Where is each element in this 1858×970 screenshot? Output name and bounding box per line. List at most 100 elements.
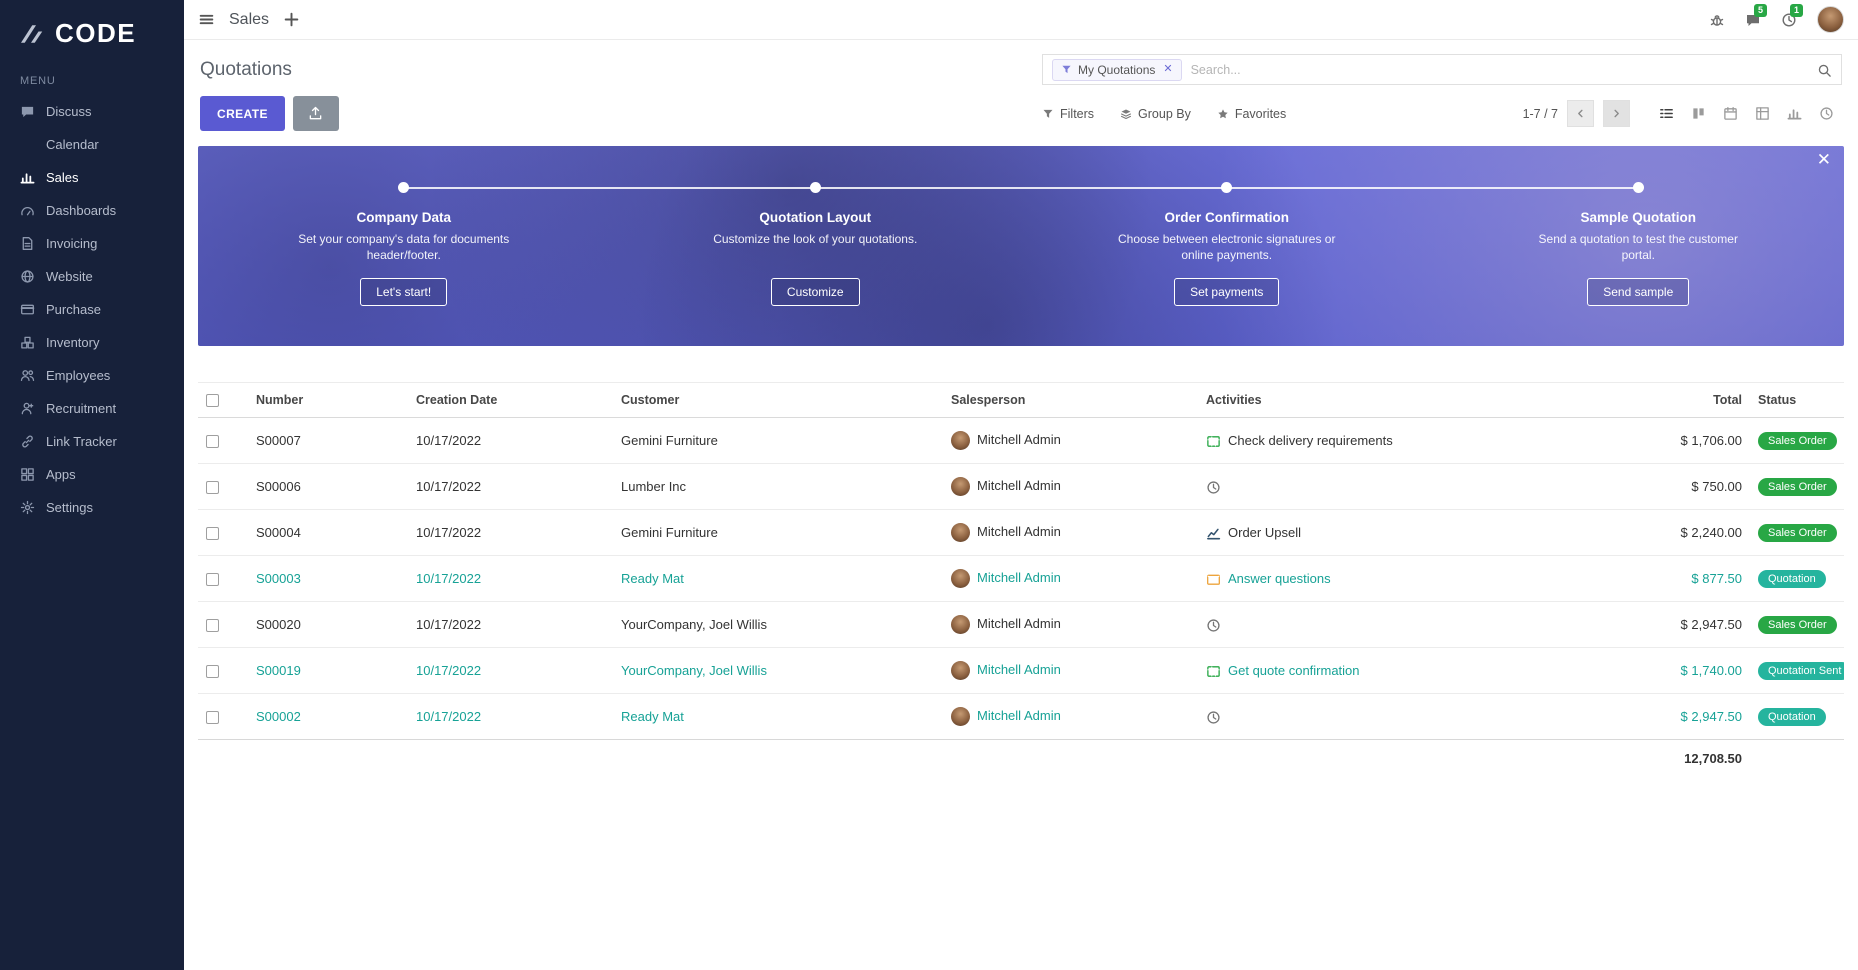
activity-label[interactable]: Order Upsell — [1228, 525, 1301, 540]
sidebar-item-label: Calendar — [46, 137, 99, 152]
row-checkbox[interactable] — [206, 665, 219, 678]
quotations-table: Number Creation Date Customer Salesperso… — [198, 382, 1844, 777]
chevron-right-icon — [1611, 108, 1622, 119]
sidebar-item-link-tracker[interactable]: Link Tracker — [0, 425, 184, 458]
row-checkbox[interactable] — [206, 527, 219, 540]
order-number: S00020 — [248, 602, 408, 648]
pager-next-button[interactable] — [1603, 100, 1630, 127]
user-avatar[interactable] — [1817, 6, 1844, 33]
activity-label[interactable]: Check delivery requirements — [1228, 433, 1393, 448]
pager-previous-button[interactable] — [1567, 100, 1594, 127]
add-tab-button[interactable] — [283, 11, 300, 28]
column-creation-date[interactable]: Creation Date — [408, 383, 613, 418]
clock-icon — [1206, 618, 1221, 633]
column-activities[interactable]: Activities — [1198, 383, 1615, 418]
view-activity-button[interactable] — [1810, 100, 1842, 128]
sidebar-item-calendar[interactable]: Calendar — [0, 128, 184, 161]
topbar: Sales 5 1 — [184, 0, 1858, 40]
table-row[interactable]: S0001910/17/2022YourCompany, Joel Willis… — [198, 648, 1844, 694]
column-customer[interactable]: Customer — [613, 383, 943, 418]
create-button[interactable]: CREATE — [200, 96, 285, 131]
step-action-button[interactable]: Send sample — [1587, 278, 1689, 306]
sidebar-item-settings[interactable]: Settings — [0, 491, 184, 524]
filters-button[interactable]: Filters — [1042, 107, 1094, 121]
search-bar[interactable]: My Quotations ✕ — [1042, 54, 1842, 85]
salesperson-name: Mitchell Admin — [977, 662, 1061, 677]
export-button[interactable] — [293, 96, 339, 131]
order-number: S00019 — [248, 648, 408, 694]
sidebar-item-apps[interactable]: Apps — [0, 458, 184, 491]
row-checkbox[interactable] — [206, 711, 219, 724]
onboarding-steps: Company DataSet your company's data for … — [198, 146, 1844, 306]
step-action-button[interactable]: Let's start! — [360, 278, 447, 306]
salesperson-name: Mitchell Admin — [977, 524, 1061, 539]
favorites-button[interactable]: Favorites — [1217, 107, 1286, 121]
salesperson-avatar — [951, 523, 970, 542]
sidebar-item-discuss[interactable]: Discuss — [0, 95, 184, 128]
activities-cell[interactable] — [1198, 694, 1615, 740]
activity-label[interactable]: Answer questions — [1228, 571, 1331, 586]
sidebar-item-sales[interactable]: Sales — [0, 161, 184, 194]
sidebar-item-dashboards[interactable]: Dashboards — [0, 194, 184, 227]
column-salesperson[interactable]: Salesperson — [943, 383, 1198, 418]
row-checkbox[interactable] — [206, 435, 219, 448]
debug-button[interactable] — [1709, 11, 1725, 28]
table-row[interactable]: S0002010/17/2022YourCompany, Joel Willis… — [198, 602, 1844, 648]
activities-cell[interactable] — [1198, 602, 1615, 648]
chart-icon — [1206, 526, 1221, 541]
view-pivot-button[interactable] — [1746, 100, 1778, 128]
menu-section-label: MENU — [20, 75, 184, 87]
sidebar-item-employees[interactable]: Employees — [0, 359, 184, 392]
activities-cell[interactable]: Get quote confirmation — [1198, 648, 1615, 694]
table-row[interactable]: S0000210/17/2022Ready MatMitchell Admin$… — [198, 694, 1844, 740]
activities-cell[interactable]: Order Upsell — [1198, 510, 1615, 556]
sidebar-item-label: Employees — [46, 368, 110, 383]
row-checkbox[interactable] — [206, 481, 219, 494]
hamburger-menu-icon[interactable] — [198, 11, 215, 28]
table-row[interactable]: S0000610/17/2022Lumber IncMitchell Admin… — [198, 464, 1844, 510]
activities-cell[interactable] — [1198, 464, 1615, 510]
star-icon — [1217, 108, 1229, 120]
column-total[interactable]: Total — [1615, 383, 1750, 418]
creation-date: 10/17/2022 — [408, 510, 613, 556]
sidebar-item-purchase[interactable]: Purchase — [0, 293, 184, 326]
table-row[interactable]: S0000710/17/2022Gemini FurnitureMitchell… — [198, 418, 1844, 464]
search-input[interactable] — [1191, 63, 1817, 77]
app-logo[interactable]: CODE — [0, 0, 184, 59]
row-checkbox[interactable] — [206, 573, 219, 586]
step-action-button[interactable]: Customize — [771, 278, 860, 306]
sidebar-item-inventory[interactable]: Inventory — [0, 326, 184, 359]
remove-facet-icon[interactable]: ✕ — [1163, 64, 1172, 75]
search-icon[interactable] — [1817, 61, 1832, 77]
group-by-label: Group By — [1138, 107, 1191, 121]
view-kanban-button[interactable] — [1682, 100, 1714, 128]
activity-view-icon — [1819, 106, 1834, 121]
banner-close-icon[interactable]: ✕ — [1817, 151, 1831, 168]
sidebar-item-website[interactable]: Website — [0, 260, 184, 293]
view-list-button[interactable] — [1650, 100, 1682, 128]
group-by-button[interactable]: Group By — [1120, 107, 1191, 121]
activities-cell[interactable]: Answer questions — [1198, 556, 1615, 602]
customer-name: YourCompany, Joel Willis — [613, 648, 943, 694]
step-action-button[interactable]: Set payments — [1174, 278, 1279, 306]
activities-cell[interactable]: Check delivery requirements — [1198, 418, 1615, 464]
column-number[interactable]: Number — [248, 383, 408, 418]
sidebar-item-recruitment[interactable]: Recruitment — [0, 392, 184, 425]
row-checkbox[interactable] — [206, 619, 219, 632]
select-all-checkbox[interactable] — [206, 394, 219, 407]
column-status[interactable]: Status — [1750, 383, 1844, 418]
activity-label[interactable]: Get quote confirmation — [1228, 663, 1360, 678]
sidebar-item-invoicing[interactable]: Invoicing — [0, 227, 184, 260]
topbar-left: Sales — [198, 11, 300, 29]
activities-button[interactable]: 1 — [1781, 11, 1797, 28]
sidebar-item-label: Invoicing — [46, 236, 97, 251]
table-row[interactable]: S0000410/17/2022Gemini FurnitureMitchell… — [198, 510, 1844, 556]
search-facet[interactable]: My Quotations ✕ — [1052, 59, 1182, 81]
table-row[interactable]: S0000310/17/2022Ready MatMitchell AdminA… — [198, 556, 1844, 602]
chevron-left-icon — [1575, 108, 1586, 119]
sheet-icon — [1206, 664, 1221, 679]
view-graph-button[interactable] — [1778, 100, 1810, 128]
messages-button[interactable]: 5 — [1745, 11, 1761, 28]
status-badge: Quotation — [1758, 570, 1826, 588]
view-calendar-button[interactable] — [1714, 100, 1746, 128]
